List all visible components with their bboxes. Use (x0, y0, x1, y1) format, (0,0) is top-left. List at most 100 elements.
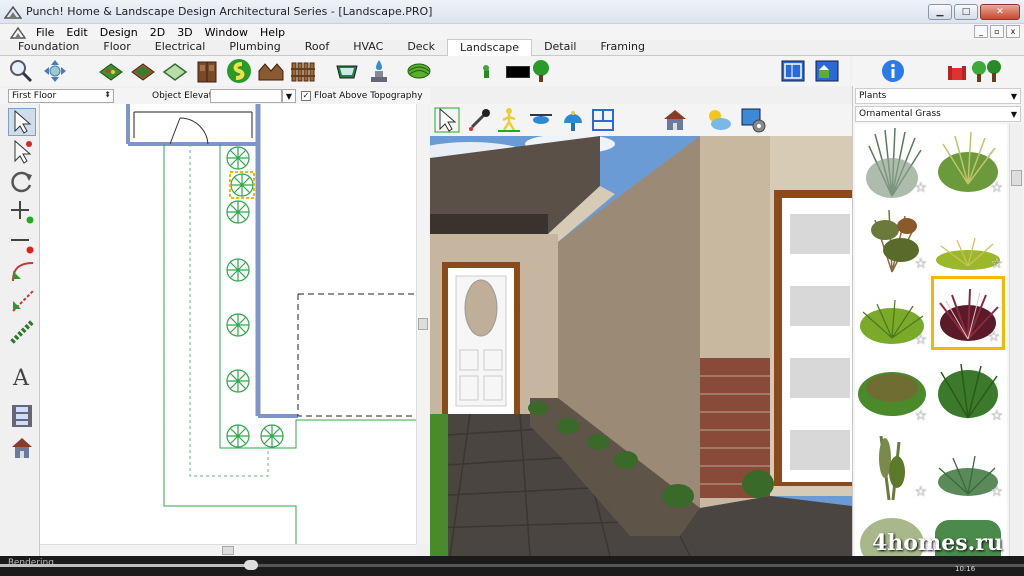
plan-horizontal-scrollbar[interactable] (40, 544, 416, 556)
path-icon[interactable] (226, 58, 252, 84)
tab-floor[interactable]: Floor (91, 39, 142, 55)
favorite-star-icon[interactable]: ☆ (914, 332, 927, 348)
sky-icon[interactable] (706, 107, 732, 133)
render-settings-icon[interactable] (740, 107, 766, 133)
eyedropper-icon[interactable] (466, 107, 492, 133)
favorite-star-icon[interactable]: ☆ (914, 408, 927, 424)
menu-2d[interactable]: 2D (144, 26, 171, 39)
tour-icon[interactable] (560, 107, 586, 133)
pond-icon[interactable] (334, 58, 360, 84)
arc-icon[interactable] (8, 288, 36, 316)
fence-icon[interactable] (290, 58, 316, 84)
tab-hvac[interactable]: HVAC (341, 39, 395, 55)
minimize-button[interactable]: ▁ (928, 4, 952, 20)
size-slider[interactable] (506, 66, 530, 78)
elevation-input[interactable] (210, 89, 282, 103)
library-scroll-thumb[interactable] (1011, 170, 1022, 186)
favorite-star-icon[interactable]: ☆ (990, 484, 1003, 500)
plant-thumb-golden-grass[interactable]: ☆ (931, 200, 1005, 274)
menu-file[interactable]: File (30, 26, 60, 39)
house-view-icon[interactable] (8, 434, 36, 462)
plant-thumb-feather-reed-grass[interactable]: ☆ (855, 428, 929, 502)
favorite-star-icon[interactable]: ☆ (990, 256, 1003, 272)
tab-detail[interactable]: Detail (532, 39, 588, 55)
plant-size-icon[interactable] (482, 58, 508, 84)
favorite-star-icon[interactable]: ☆ (914, 484, 927, 500)
tab-plumbing[interactable]: Plumbing (217, 39, 292, 55)
elevation-dropdown-button[interactable]: ▼ (282, 89, 296, 103)
favorite-star-icon[interactable]: ☆ (990, 180, 1003, 196)
plant-thumb-purple-fountain-grass[interactable]: ☆ (931, 276, 1005, 350)
text-icon[interactable]: A (8, 362, 36, 390)
plant-thumb-switch-grass[interactable]: ☆ (855, 352, 929, 426)
favorite-star-icon[interactable]: ☆ (990, 408, 1003, 424)
ground-cover-icon[interactable] (162, 58, 188, 84)
multi-select-icon[interactable] (8, 138, 36, 166)
plant-thumb-blue-fescue[interactable]: ☆ (931, 428, 1005, 502)
tab-roof[interactable]: Roof (293, 39, 341, 55)
menu-window[interactable]: Window (199, 26, 254, 39)
menu-3d[interactable]: 3D (171, 26, 198, 39)
chain-icon[interactable] (8, 318, 36, 346)
planter-icon[interactable] (130, 58, 156, 84)
document-icon[interactable] (10, 25, 26, 39)
zoom-icon[interactable] (8, 58, 34, 84)
plant-thumb-blue-oat-grass[interactable]: ☆ (855, 124, 929, 198)
close-button[interactable]: ✕ (980, 4, 1020, 20)
doc-restore-button[interactable]: ▫ (990, 25, 1004, 38)
menu-design[interactable]: Design (94, 26, 144, 39)
tab-landscape[interactable]: Landscape (446, 39, 533, 56)
plant-symbols[interactable] (226, 146, 284, 448)
favorite-star-icon[interactable]: ☆ (914, 256, 927, 272)
menu-edit[interactable]: Edit (60, 26, 93, 39)
float-checkbox[interactable]: ✓ (301, 91, 311, 101)
plan-hscroll-thumb[interactable] (222, 546, 234, 555)
remove-point-icon[interactable] (8, 228, 36, 256)
svg-text:A: A (12, 366, 30, 389)
shed-icon[interactable] (258, 58, 284, 84)
fly-icon[interactable] (528, 107, 554, 133)
playback-handle[interactable] (244, 560, 258, 570)
doc-minimize-button[interactable]: _ (974, 25, 988, 38)
hedge-icon[interactable] (406, 58, 432, 84)
curve-icon[interactable] (8, 258, 36, 286)
plant-thumb-mondo-grass[interactable]: ☆ (855, 276, 929, 350)
plant-thumb-maiden-grass[interactable]: ☆ (931, 352, 1005, 426)
plan-vertical-scrollbar[interactable] (416, 104, 429, 544)
favorite-star-icon[interactable]: ☆ (987, 329, 1000, 345)
floor-select[interactable]: First Floor ⬍ (8, 89, 114, 103)
fence-door-icon[interactable] (194, 58, 220, 84)
select-icon[interactable] (8, 108, 36, 136)
garden-bed-icon[interactable] (98, 58, 124, 84)
plan-view[interactable] (40, 104, 416, 544)
doc-close-button[interactable]: x (1006, 25, 1020, 38)
maximize-button[interactable]: □ (954, 4, 978, 20)
furniture-icon[interactable] (946, 58, 1008, 84)
plant-thumb-fountain-grass[interactable]: ☆ (931, 124, 1005, 198)
tab-deck[interactable]: Deck (395, 39, 447, 55)
tab-electrical[interactable]: Electrical (143, 39, 218, 55)
plant-thumb-miscanthus[interactable]: ☆ (855, 200, 929, 274)
view-3d[interactable] (430, 136, 852, 556)
menu-help[interactable]: Help (254, 26, 291, 39)
pan-icon[interactable] (42, 58, 68, 84)
fountain-icon[interactable] (366, 58, 392, 84)
house-exterior-icon[interactable] (662, 107, 688, 133)
walk-icon[interactable] (496, 107, 522, 133)
library-category-select[interactable]: Plants ▼ (855, 88, 1021, 104)
rotate-icon[interactable] (8, 168, 36, 196)
tab-foundation[interactable]: Foundation (6, 39, 91, 55)
favorite-star-icon[interactable]: ☆ (914, 180, 927, 196)
select-3d-icon[interactable] (434, 107, 460, 133)
info-icon[interactable] (880, 58, 906, 84)
library-scrollbar[interactable] (1009, 124, 1023, 556)
plan-vscroll-thumb[interactable] (418, 318, 428, 330)
filmstrip-icon[interactable] (8, 402, 36, 430)
library-subcategory-select[interactable]: Ornamental Grass ▼ (855, 106, 1021, 122)
tab-framing[interactable]: Framing (588, 39, 657, 55)
tree-icon[interactable] (528, 58, 554, 84)
elevation-icon[interactable] (814, 58, 840, 84)
add-point-icon[interactable] (8, 198, 36, 226)
floorplan-icon[interactable] (780, 58, 806, 84)
plan-3d-icon[interactable] (590, 107, 616, 133)
